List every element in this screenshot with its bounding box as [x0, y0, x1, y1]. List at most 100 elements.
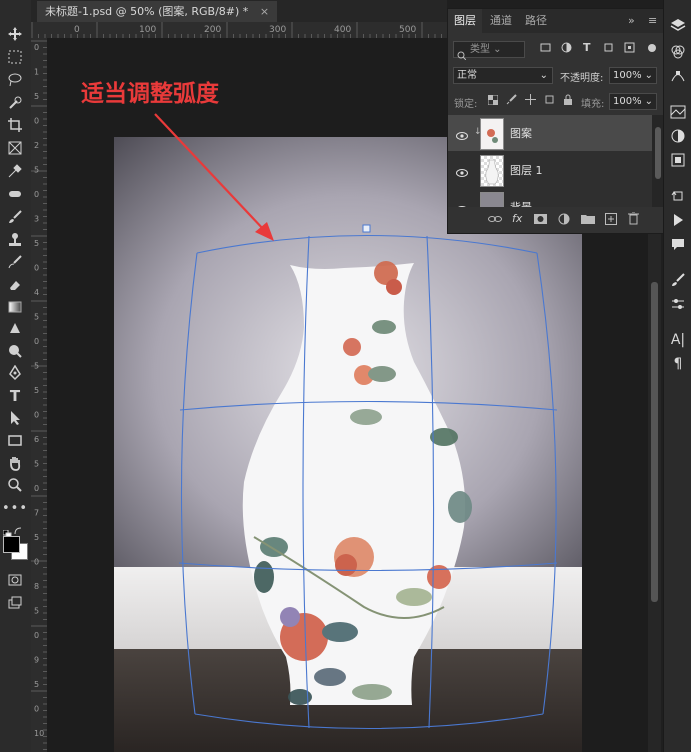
opacity-field[interactable]: 100% ⌄ — [609, 67, 657, 84]
marquee-tool-icon[interactable] — [5, 47, 25, 67]
hand-tool-icon[interactable] — [5, 453, 25, 473]
character-icon[interactable]: A| — [670, 332, 686, 348]
ruler-label: 5 — [34, 239, 39, 248]
filter-type-icon[interactable]: T — [583, 41, 591, 54]
adjustments-icon[interactable] — [670, 128, 686, 144]
frame-tool-icon[interactable] — [5, 138, 25, 158]
tab-paths[interactable]: 路径 — [525, 9, 547, 33]
group-folder-icon[interactable] — [581, 213, 595, 228]
brush-settings-icon[interactable] — [670, 272, 686, 288]
filter-toggle-icon[interactable] — [648, 44, 656, 52]
lock-artboard-icon[interactable] — [544, 94, 555, 108]
lock-position-icon[interactable] — [525, 94, 536, 108]
warp-bottom-edge[interactable] — [194, 713, 544, 730]
ruler-ticks: 0 1 5 0 2 5 0 3 5 0 4 5 0 5 5 0 6 5 0 7 5 0 8 5 0 9 5 0 10 — [31, 40, 47, 750]
tab-channels[interactable]: 通道 — [490, 9, 512, 33]
layer-row-layer1[interactable]: 图层 1 — [448, 152, 652, 188]
layers-icon[interactable] — [670, 18, 686, 34]
type-tool-icon[interactable]: T — [5, 386, 25, 406]
fx-icon[interactable]: fx — [512, 212, 522, 225]
trash-icon[interactable] — [628, 211, 639, 228]
default-colors-icon[interactable] — [2, 524, 12, 539]
more-tools-icon[interactable]: ••• — [2, 498, 27, 518]
filter-pixel-icon[interactable] — [540, 42, 551, 56]
close-tab-icon[interactable]: × — [260, 5, 269, 18]
collapse-icon[interactable]: » — [628, 9, 635, 33]
panel-menu-icon[interactable]: ≡ — [648, 9, 657, 33]
scrollbar-thumb[interactable] — [651, 282, 658, 602]
visibility-eye-icon[interactable] — [456, 127, 468, 140]
ruler-label: 400 — [334, 25, 351, 35]
fill-label: 填充: — [581, 99, 605, 110]
adjustment-icon[interactable] — [558, 213, 570, 228]
filter-type-label: 类型 — [470, 44, 490, 55]
panel-tabs: 图层 通道 路径 » ≡ — [448, 9, 664, 33]
paths-icon[interactable] — [670, 68, 686, 84]
properties-icon[interactable] — [670, 152, 686, 168]
foreground-color-swatch[interactable] — [3, 536, 20, 553]
ruler-label: 2 — [34, 141, 39, 150]
zoom-tool-icon[interactable] — [5, 475, 25, 495]
fill-field[interactable]: 100% ⌄ — [609, 93, 657, 110]
move-tool-icon[interactable] — [5, 24, 25, 44]
filter-adjustment-icon[interactable] — [561, 42, 572, 56]
layer-row-pattern[interactable]: ↓ 图案 — [448, 115, 652, 151]
ruler-ticks: 1000100200300400500600700800 — [31, 22, 442, 38]
swap-colors-icon[interactable] — [13, 521, 23, 535]
quick-select-tool-icon[interactable] — [5, 93, 25, 113]
paragraph-icon[interactable]: ¶ — [670, 356, 686, 372]
blur-tool-icon[interactable] — [5, 319, 25, 339]
dodge-tool-icon[interactable] — [5, 341, 25, 361]
lasso-tool-icon[interactable] — [5, 70, 25, 90]
comments-icon[interactable] — [670, 236, 686, 252]
lock-all-icon[interactable] — [563, 94, 573, 108]
layer-name[interactable]: 图层 1 — [510, 162, 543, 178]
filter-smart-object-icon[interactable] — [624, 42, 635, 56]
channels-icon[interactable] — [670, 44, 686, 60]
warp-grid-line — [179, 400, 558, 411]
warp-handle[interactable] — [362, 224, 371, 233]
opacity-value: 100% — [613, 70, 642, 81]
warp-left-edge[interactable] — [180, 252, 198, 715]
scrollbar-thumb[interactable] — [655, 127, 661, 179]
eyedropper-tool-icon[interactable] — [5, 161, 25, 181]
pen-tool-icon[interactable] — [5, 363, 25, 383]
filter-shape-icon[interactable] — [603, 42, 614, 56]
screen-mode-icon[interactable] — [5, 593, 25, 613]
search-icon — [457, 45, 467, 61]
actions-icon[interactable] — [670, 212, 686, 228]
eraser-tool-icon[interactable] — [5, 275, 25, 295]
link-icon[interactable] — [488, 213, 502, 228]
ruler-label: 200 — [204, 25, 221, 35]
tool-presets-icon[interactable] — [670, 296, 686, 312]
ruler-label: 0 — [34, 117, 39, 126]
history-brush-tool-icon[interactable] — [5, 252, 25, 272]
visibility-eye-icon[interactable] — [456, 164, 468, 177]
quick-mask-icon[interactable] — [5, 570, 25, 590]
brush-tool-icon[interactable] — [5, 207, 25, 227]
layer-row-background[interactable]: 背景 — [448, 189, 652, 207]
tab-layers[interactable]: 图层 — [448, 9, 482, 33]
lock-transparent-icon[interactable] — [487, 94, 499, 108]
crop-tool-icon[interactable] — [5, 115, 25, 135]
visibility-eye-icon[interactable] — [456, 201, 468, 207]
blend-mode-select[interactable]: 正常 ⌄ — [453, 67, 553, 84]
lock-image-icon[interactable] — [506, 94, 517, 108]
history-icon[interactable] — [670, 188, 686, 204]
warp-top-edge[interactable] — [196, 234, 538, 254]
document-tab[interactable]: 未标题-1.psd @ 50% (图案, RGB/8#) * × — [37, 1, 278, 22]
shape-tool-icon[interactable] — [5, 430, 25, 450]
layer-name[interactable]: 背景 — [510, 199, 532, 207]
layer-name[interactable]: 图案 — [510, 125, 532, 141]
healing-tool-icon[interactable] — [5, 184, 25, 204]
gradient-tool-icon[interactable] — [5, 297, 25, 317]
stamp-tool-icon[interactable] — [5, 230, 25, 250]
mask-icon[interactable] — [534, 213, 547, 228]
canvas-scrollbar[interactable] — [648, 232, 661, 752]
libraries-icon[interactable] — [670, 104, 686, 120]
new-layer-icon[interactable] — [605, 213, 617, 228]
lock-label: 锁定: — [454, 99, 478, 110]
layer-thumbnail — [480, 155, 504, 187]
warp-right-edge[interactable] — [536, 252, 557, 715]
path-select-tool-icon[interactable] — [5, 408, 25, 428]
